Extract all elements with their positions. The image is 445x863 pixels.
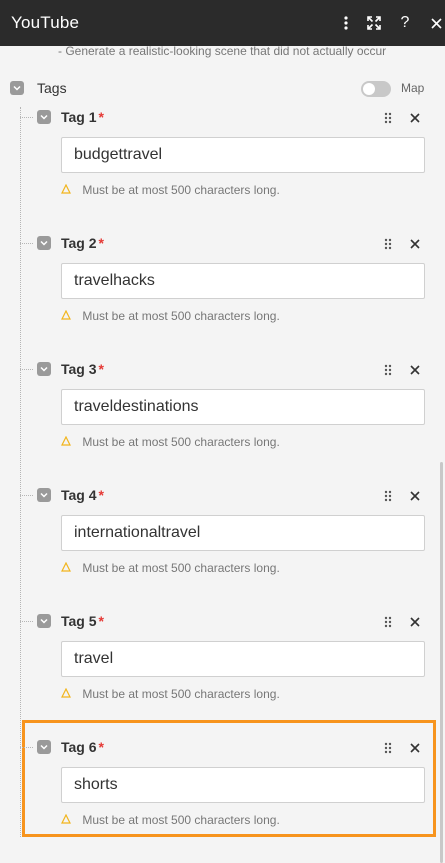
remove-tag-icon[interactable] [410, 737, 420, 756]
tree-branch [20, 117, 33, 118]
remove-tag-icon[interactable] [410, 359, 420, 378]
expand-icon[interactable] [359, 8, 389, 38]
tag-collapse-toggle[interactable] [37, 110, 51, 124]
tags-collapse-toggle[interactable] [10, 81, 24, 95]
tag-collapse-toggle[interactable] [37, 362, 51, 376]
close-icon[interactable] [421, 8, 445, 38]
window-title: YouTube [11, 13, 80, 32]
tag-item: Tag 5 * travel Must be at most 500 charac… [20, 611, 436, 723]
tag-item: Tag 6 * shorts Must be at most 500 charac… [20, 720, 436, 837]
drag-handle-icon[interactable] [384, 741, 392, 759]
tree-branch [20, 621, 33, 622]
kebab-menu-icon[interactable] [331, 8, 361, 38]
drag-handle-icon[interactable] [384, 237, 392, 255]
drag-handle-icon[interactable] [384, 111, 392, 129]
required-mark: * [98, 613, 104, 629]
hint-text: - Generate a realistic-looking scene tha… [58, 44, 387, 58]
tag-input[interactable]: traveldestinations [61, 389, 425, 425]
tag-label-text: Tag 3 [61, 361, 97, 377]
tree-branch [20, 369, 33, 370]
tags-section-label: Tags [37, 80, 67, 96]
tag-item: Tag 2 * travelhacks Must be at most 500 c… [20, 233, 436, 345]
warning-icon [61, 435, 74, 449]
required-mark: * [98, 739, 104, 755]
remove-tag-icon[interactable] [410, 233, 420, 252]
map-toggle-label: Map [401, 81, 425, 95]
tag-label: Tag 3 * [61, 361, 104, 377]
drag-handle-icon[interactable] [384, 489, 392, 507]
warning-icon [61, 813, 74, 827]
drag-handle-icon[interactable] [384, 615, 392, 633]
required-mark: * [98, 235, 104, 251]
warning-icon [61, 561, 74, 575]
remove-tag-icon[interactable] [410, 611, 420, 630]
tree-branch [20, 243, 33, 244]
tag-helper: Must be at most 500 characters long. [61, 435, 280, 449]
required-mark: * [98, 109, 104, 125]
window-header: YouTube ? [0, 0, 445, 46]
tag-helper: Must be at most 500 characters long. [61, 309, 280, 323]
tags-section-header: Tags Map [10, 79, 435, 99]
tag-label-text: Tag 6 [61, 739, 97, 755]
remove-tag-icon[interactable] [410, 107, 420, 126]
help-button[interactable]: ? [390, 8, 420, 38]
tag-label-text: Tag 1 [61, 109, 97, 125]
tag-item: Tag 4 * internationaltravel Must be at mo… [20, 485, 436, 597]
tag-helper: Must be at most 500 characters long. [61, 561, 280, 575]
tag-input[interactable]: shorts [61, 767, 425, 803]
tag-helper: Must be at most 500 characters long. [61, 813, 280, 827]
tag-helper-text: Must be at most 500 characters long. [82, 309, 280, 323]
tag-label: Tag 2 * [61, 235, 104, 251]
tag-helper: Must be at most 500 characters long. [61, 183, 280, 197]
tag-input[interactable]: internationaltravel [61, 515, 425, 551]
tag-label: Tag 6 * [61, 739, 104, 755]
tag-helper-text: Must be at most 500 characters long. [82, 813, 280, 827]
remove-tag-icon[interactable] [410, 485, 420, 504]
tag-label: Tag 1 * [61, 109, 104, 125]
scrollbar[interactable] [440, 462, 443, 863]
toggle-knob [363, 83, 375, 95]
help-icon: ? [400, 14, 410, 31]
tag-label: Tag 4 * [61, 487, 104, 503]
tag-collapse-toggle[interactable] [37, 614, 51, 628]
tag-item: Tag 3 * traveldestinations Must be at mos… [20, 359, 436, 471]
tree-connector-line [20, 107, 21, 837]
tag-helper-text: Must be at most 500 characters long. [82, 687, 280, 701]
tree-branch [20, 495, 33, 496]
tag-helper-text: Must be at most 500 characters long. [82, 561, 280, 575]
warning-icon [61, 183, 74, 197]
tag-helper-text: Must be at most 500 characters long. [82, 435, 280, 449]
tag-input[interactable]: budgettravel [61, 137, 425, 173]
tag-label-text: Tag 2 [61, 235, 97, 251]
tag-label: Tag 5 * [61, 613, 104, 629]
tag-input[interactable]: travel [61, 641, 425, 677]
drag-handle-icon[interactable] [384, 363, 392, 381]
tag-collapse-toggle[interactable] [37, 740, 51, 754]
tag-helper-text: Must be at most 500 characters long. [82, 183, 280, 197]
tag-item: Tag 1 * budgettravel Must be at most 500 … [20, 107, 436, 219]
map-toggle[interactable] [361, 81, 391, 97]
tag-input[interactable]: travelhacks [61, 263, 425, 299]
required-mark: * [98, 361, 104, 377]
required-mark: * [98, 487, 104, 503]
tag-collapse-toggle[interactable] [37, 236, 51, 250]
tag-label-text: Tag 5 [61, 613, 97, 629]
tag-collapse-toggle[interactable] [37, 488, 51, 502]
tag-helper: Must be at most 500 characters long. [61, 687, 280, 701]
tag-label-text: Tag 4 [61, 487, 97, 503]
warning-icon [61, 687, 74, 701]
warning-icon [61, 309, 74, 323]
tree-branch [20, 747, 33, 748]
